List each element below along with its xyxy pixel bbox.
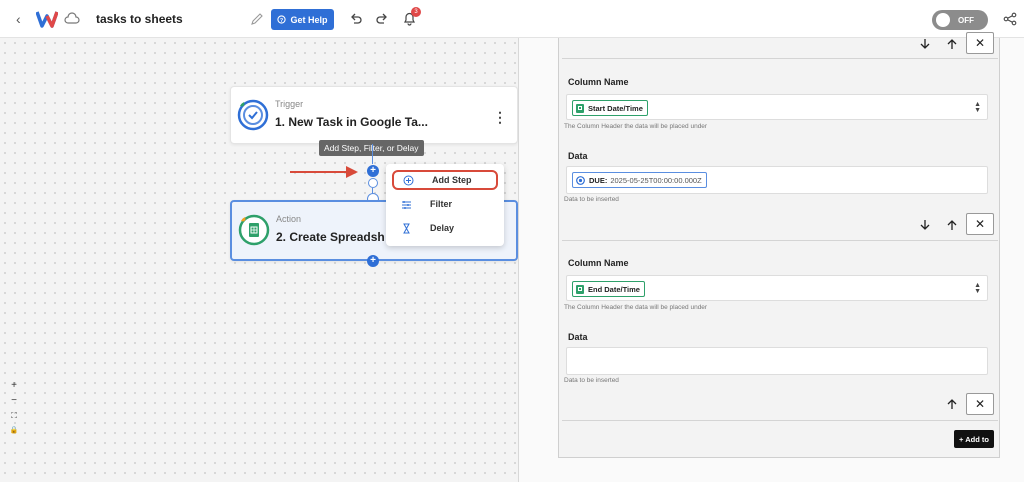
menu-item-delay[interactable]: Delay: [392, 218, 498, 238]
app-logo-icon: [36, 11, 58, 28]
redo-icon[interactable]: [375, 12, 389, 26]
menu-item-label: Delay: [430, 223, 455, 233]
column-chip: Start Date/Time: [572, 100, 648, 116]
data-input[interactable]: DUE: 2025-05-25T00:00:00.000Z: [566, 166, 988, 194]
column-chip-label: End Date/Time: [588, 284, 640, 294]
trigger-step-card[interactable]: Trigger 1. New Task in Google Ta... ⋮: [230, 86, 518, 144]
data-hint: Data to be inserted: [564, 377, 619, 384]
workflow-title: tasks to sheets: [96, 12, 183, 26]
google-tasks-icon: [576, 175, 585, 185]
add-step-menu: Add Step Filter Delay: [386, 164, 504, 246]
sheets-icon: [576, 103, 584, 113]
trigger-step-name: 1. New Task in Google Ta...: [275, 115, 428, 129]
move-up-icon[interactable]: [946, 398, 958, 410]
move-down-icon[interactable]: [919, 219, 931, 231]
add-to-button[interactable]: + Add to: [954, 430, 994, 448]
edit-pencil-icon[interactable]: [250, 12, 264, 26]
top-bar: ‹ tasks to sheets ? Get Help 3 OFF: [0, 0, 1024, 38]
remove-row-button[interactable]: ✕: [966, 213, 994, 235]
menu-item-label: Add Step: [432, 175, 472, 185]
google-tasks-icon: [237, 99, 269, 131]
column-chip-label: Start Date/Time: [588, 103, 643, 113]
workflow-toggle[interactable]: OFF: [932, 10, 988, 30]
red-arrow-annotation: [290, 166, 358, 178]
column-name-select[interactable]: End Date/Time ▲ ▼: [566, 275, 988, 301]
toggle-label: OFF: [958, 15, 974, 25]
menu-item-add-step[interactable]: Add Step: [392, 170, 498, 190]
help-circle-icon: ?: [277, 15, 287, 24]
menu-item-label: Filter: [430, 199, 453, 209]
fit-view-icon[interactable]: ⛶: [6, 410, 22, 422]
get-help-button[interactable]: ? Get Help: [271, 9, 334, 30]
column-name-select[interactable]: Start Date/Time ▲ ▼: [566, 94, 988, 120]
add-step-plus-button[interactable]: +: [367, 165, 379, 177]
column-name-label: Column Name: [568, 258, 629, 268]
column-hint: The Column Header the data will be place…: [564, 123, 708, 130]
connector-node: [368, 178, 378, 188]
data-input[interactable]: [566, 347, 988, 375]
data-hint: Data to be inserted: [564, 196, 619, 203]
trigger-kind-label: Trigger: [275, 99, 304, 109]
zoom-in-icon[interactable]: +: [6, 380, 22, 392]
undo-icon[interactable]: [349, 12, 363, 26]
more-options-icon[interactable]: ⋮: [493, 109, 507, 126]
sheets-icon: [576, 284, 584, 294]
data-label: Data: [568, 332, 588, 342]
move-up-icon[interactable]: [946, 38, 958, 50]
plus-circle-icon: [402, 174, 414, 186]
filter-icon: [400, 198, 412, 210]
column-name-label: Column Name: [568, 77, 629, 87]
back-icon[interactable]: ‹: [16, 11, 21, 27]
remove-row-button[interactable]: ✕: [966, 393, 994, 415]
add-step-plus-button[interactable]: +: [367, 255, 379, 267]
get-help-label: Get Help: [290, 14, 328, 25]
select-updown-icon: ▲ ▼: [974, 101, 981, 114]
row-separator: [562, 240, 998, 241]
row-separator: [562, 58, 998, 59]
column-hint: The Column Header the data will be place…: [564, 304, 708, 311]
google-sheets-icon: [238, 214, 270, 246]
menu-item-filter[interactable]: Filter: [392, 194, 498, 214]
svg-text:?: ?: [280, 18, 283, 24]
row-separator: [562, 420, 998, 421]
cloud-icon: [64, 12, 80, 24]
data-chip-prefix: DUE:: [589, 175, 608, 185]
zoom-out-icon[interactable]: −: [6, 395, 22, 407]
column-chip: End Date/Time: [572, 281, 645, 297]
share-icon[interactable]: [1003, 12, 1017, 26]
move-down-icon[interactable]: [919, 38, 931, 50]
lock-icon[interactable]: 🔒: [6, 425, 22, 437]
connector-line: [372, 144, 373, 164]
data-chip: DUE: 2025-05-25T00:00:00.000Z: [572, 172, 707, 188]
remove-row-button[interactable]: ✕: [966, 32, 994, 54]
zoom-controls: + − ⛶ 🔒: [6, 380, 22, 437]
action-kind-label: Action: [276, 214, 302, 224]
hourglass-icon: [400, 222, 412, 234]
move-up-icon[interactable]: [946, 219, 958, 231]
notification-badge: 3: [411, 7, 421, 17]
data-chip-value: 2025-05-25T00:00:00.000Z: [610, 175, 702, 185]
select-updown-icon: ▲ ▼: [974, 282, 981, 295]
action-step-name: 2. Create Spreadsh: [276, 230, 385, 244]
toggle-knob: [936, 13, 950, 27]
data-label: Data: [568, 151, 588, 161]
